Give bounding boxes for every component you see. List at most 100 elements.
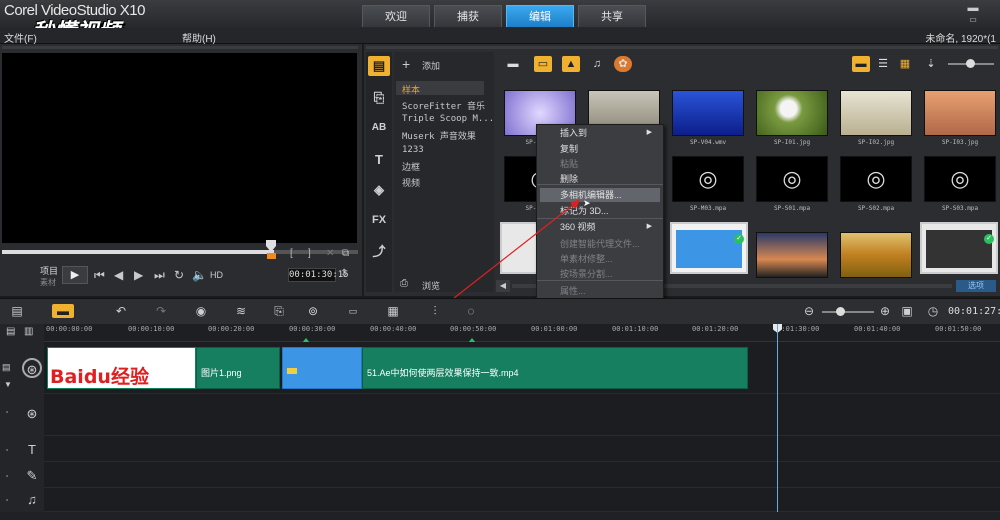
thumbnail-audio[interactable]: ◎ bbox=[756, 156, 828, 202]
record-capture-icon[interactable]: ◉ bbox=[192, 304, 210, 318]
prev-frame-icon[interactable]: ◀ bbox=[114, 268, 123, 282]
timeline-view-icon[interactable]: ▬ bbox=[52, 304, 74, 318]
media-library-icon[interactable]: ▤ bbox=[368, 56, 390, 76]
show-audio-icon[interactable]: ♫ bbox=[588, 56, 606, 72]
zoom-slider[interactable] bbox=[822, 311, 874, 313]
split-screen-icon[interactable]: ⫶ bbox=[426, 304, 444, 318]
panel-grip[interactable] bbox=[2, 46, 358, 49]
browse-icon[interactable]: ⎙ bbox=[400, 278, 408, 289]
detail-view-icon[interactable]: ☰ bbox=[874, 56, 892, 72]
preview-screen[interactable] bbox=[2, 53, 357, 243]
undo-icon[interactable]: ↶ bbox=[112, 304, 130, 318]
tab-share[interactable]: 共享 bbox=[578, 5, 646, 27]
window-menu-icon[interactable]: ▭ bbox=[966, 15, 980, 27]
overlay-track[interactable] bbox=[44, 394, 1000, 436]
subtitle-editor-icon[interactable]: ▭ bbox=[344, 304, 362, 318]
folder-item[interactable]: Muserk 声音效果 bbox=[402, 129, 476, 142]
track-toggle-icon[interactable]: ◔ bbox=[4, 446, 9, 455]
play-button[interactable]: ▶ bbox=[62, 266, 88, 284]
graphic-icon[interactable]: ◈ bbox=[368, 180, 390, 200]
folder-item[interactable]: 视频 bbox=[402, 176, 420, 189]
track-manager-icon[interactable]: ▤ bbox=[6, 326, 15, 337]
title-track[interactable] bbox=[44, 436, 1000, 462]
clip-image[interactable]: 图片1.png bbox=[196, 347, 280, 389]
track-toggle-icon[interactable]: ◔ bbox=[4, 472, 9, 481]
ctx-paste[interactable]: 粘贴 bbox=[540, 157, 660, 171]
tab-welcome[interactable]: 欢迎 bbox=[362, 5, 430, 27]
project-mode-label[interactable]: 项目 bbox=[40, 264, 58, 277]
menu-file[interactable]: 文件(F) bbox=[4, 30, 37, 45]
next-frame-icon[interactable]: ▶ bbox=[134, 268, 143, 282]
tab-edit[interactable]: 编辑 bbox=[506, 5, 574, 27]
zoom-handle[interactable] bbox=[836, 307, 845, 316]
music-track[interactable] bbox=[44, 488, 1000, 512]
add-folder-label[interactable]: 添加 bbox=[422, 59, 440, 72]
preview-timecode[interactable]: 00:01:30:15 bbox=[288, 268, 349, 282]
filter-fx-icon[interactable]: FX bbox=[368, 210, 390, 230]
title-icon[interactable]: T bbox=[368, 150, 390, 170]
panel-grip[interactable] bbox=[366, 46, 998, 49]
timeline-timecode[interactable]: 00:01:27:02 bbox=[948, 306, 1000, 317]
menu-help[interactable]: 帮助(H) bbox=[182, 30, 216, 45]
thumb-view-icon[interactable]: ▦ bbox=[896, 56, 914, 72]
minimize-icon[interactable]: ▬ bbox=[966, 2, 980, 14]
thumbnail-photo[interactable] bbox=[756, 232, 828, 278]
thumbnail-audio[interactable]: ◎ bbox=[672, 156, 744, 202]
instant-project-icon[interactable]: ⎘ bbox=[368, 88, 390, 108]
clip-mode-label[interactable]: 素材 bbox=[40, 277, 56, 288]
thumb-size-handle[interactable] bbox=[966, 59, 975, 68]
show-video-icon[interactable]: ▭ bbox=[534, 56, 552, 72]
folder-item[interactable]: ScoreFitter 音乐 bbox=[402, 99, 485, 112]
path-tool-icon[interactable]: ◌ bbox=[462, 304, 480, 318]
clip-video-thumb[interactable] bbox=[282, 347, 362, 389]
home-icon[interactable]: ⏮ bbox=[94, 268, 105, 283]
folder-item[interactable]: 样本 bbox=[402, 83, 420, 96]
track-toggle-icon[interactable]: ◔ bbox=[4, 408, 9, 417]
ctx-copy[interactable]: 复制 bbox=[540, 142, 660, 156]
transition-icon[interactable]: AB bbox=[368, 118, 390, 138]
thumbnail-photo[interactable] bbox=[840, 232, 912, 278]
ctx-insert-to[interactable]: 插入到 ▶ bbox=[540, 126, 660, 140]
enlarge-icon[interactable]: ⧉ bbox=[342, 248, 349, 259]
volume-icon[interactable]: 🔈 bbox=[192, 268, 207, 282]
fit-project-icon[interactable]: ▣ bbox=[898, 304, 916, 318]
options-button[interactable]: 选项 bbox=[956, 280, 996, 292]
show-photo-icon[interactable]: ▲ bbox=[562, 56, 580, 72]
track-toggle-icon[interactable]: ◔ bbox=[4, 496, 9, 505]
multi-trim-icon[interactable]: ▦ bbox=[384, 304, 402, 318]
tab-capture[interactable]: 捕获 bbox=[434, 5, 502, 27]
mark-out-icon[interactable]: ] bbox=[308, 248, 311, 259]
timecode-stepper-icon[interactable]: ⇕ bbox=[340, 268, 348, 279]
motion-tracking-icon[interactable]: ⊚ bbox=[304, 304, 322, 318]
zoom-out-icon[interactable]: ⊖ bbox=[800, 304, 818, 318]
playhead-line[interactable] bbox=[777, 324, 778, 514]
folder-item[interactable]: Triple Scoop M... bbox=[402, 114, 494, 124]
auto-music-icon[interactable]: ⎘ bbox=[270, 304, 288, 318]
thumbnail-photo[interactable] bbox=[840, 90, 912, 136]
folder-item[interactable]: 边框 bbox=[402, 160, 420, 173]
trim-marker[interactable] bbox=[267, 253, 276, 259]
sound-mixer-icon[interactable]: ≋ bbox=[232, 304, 250, 318]
thumbnail-audio[interactable]: ◎ bbox=[924, 156, 996, 202]
end-icon[interactable]: ⏭ bbox=[154, 268, 165, 283]
clip-baidu-logo[interactable]: Baidu经验 bbox=[47, 347, 196, 389]
sort-icon[interactable]: ⇣ bbox=[922, 56, 940, 72]
mark-in-icon[interactable]: [ bbox=[290, 248, 293, 259]
zoom-in-icon[interactable]: ⊕ bbox=[876, 304, 894, 318]
list-view-icon[interactable]: ▬ bbox=[852, 56, 870, 72]
repeat-icon[interactable]: ↻ bbox=[174, 268, 184, 282]
hd-label[interactable]: HD bbox=[210, 270, 223, 280]
scrub-bar[interactable] bbox=[2, 250, 274, 254]
collapse-arrow-icon[interactable]: ▼ bbox=[4, 380, 12, 389]
split-icon[interactable]: ✕ bbox=[326, 248, 334, 259]
track-settings-icon[interactable]: ▤ bbox=[2, 362, 11, 373]
thumbnail-photo[interactable] bbox=[756, 90, 828, 136]
add-icon[interactable]: + bbox=[402, 56, 410, 72]
thumbnail-photo[interactable] bbox=[924, 90, 996, 136]
storyboard-view-icon[interactable]: ▤ bbox=[8, 304, 26, 318]
thumbnail-audio[interactable]: ◎ bbox=[840, 156, 912, 202]
clip-video[interactable]: 51.Ae中如何使两层效果保持一致.mp4 bbox=[362, 347, 748, 389]
thumbnail-video[interactable] bbox=[672, 90, 744, 136]
path-icon[interactable]: ⤴ bbox=[368, 242, 390, 262]
sample-filter-icon[interactable]: ✿ bbox=[614, 56, 632, 72]
